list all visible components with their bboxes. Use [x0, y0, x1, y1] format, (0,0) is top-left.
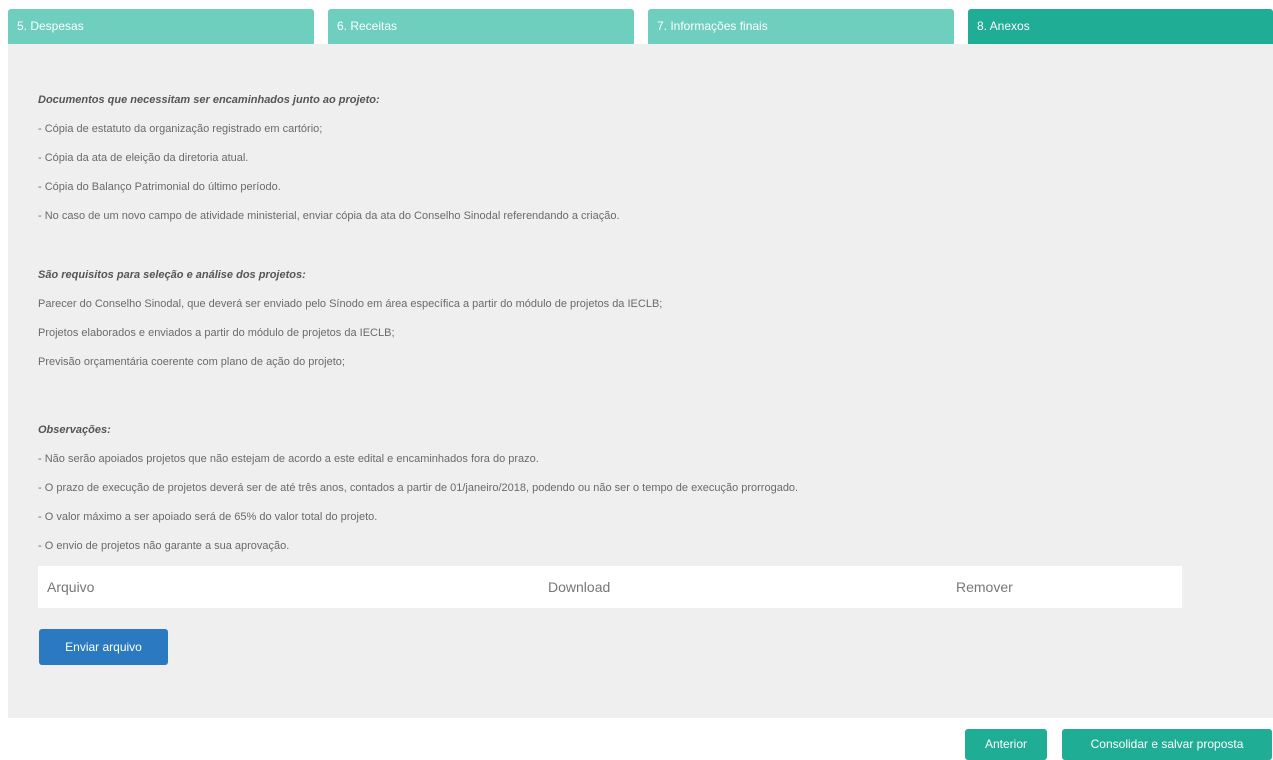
documents-heading: Documentos que necessitam ser encaminhad… [38, 94, 380, 106]
tab-receitas[interactable]: 6. Receitas [328, 9, 634, 44]
requirements-item: Parecer do Conselho Sinodal, que deverá … [38, 298, 663, 310]
previous-button[interactable]: Anterior [965, 729, 1047, 760]
observations-item: - O envio de projetos não garante a sua … [38, 540, 290, 552]
files-table: Arquivo Download Remover [38, 566, 1182, 608]
tab-informacoes-finais[interactable]: 7. Informações finais [648, 9, 954, 44]
column-header-download: Download [548, 579, 611, 595]
requirements-item: Previsão orçamentária coerente com plano… [38, 356, 345, 368]
column-header-remover: Remover [956, 579, 1013, 595]
documents-item: - Cópia de estatuto da organização regis… [38, 123, 323, 135]
column-header-arquivo: Arquivo [47, 579, 95, 595]
requirements-heading: São requisitos para seleção e análise do… [38, 269, 306, 281]
observations-item: - Não serão apoiados projetos que não es… [38, 453, 539, 465]
documents-item: - Cópia da ata de eleição da diretoria a… [38, 152, 249, 164]
tab-despesas[interactable]: 5. Despesas [8, 9, 314, 44]
wizard-tabs: 5. Despesas 6. Receitas 7. Informações f… [8, 9, 1273, 44]
tab-anexos[interactable]: 8. Anexos [968, 9, 1273, 44]
requirements-item: Projetos elaborados e enviados a partir … [38, 327, 395, 339]
observations-item: - O prazo de execução de projetos deverá… [38, 482, 799, 494]
upload-file-button[interactable]: Enviar arquivo [39, 629, 168, 665]
documents-item: - No caso de um novo campo de atividade … [38, 210, 620, 222]
attachments-panel: Documentos que necessitam ser encaminhad… [8, 44, 1273, 718]
observations-heading: Observações: [38, 424, 111, 436]
documents-item: - Cópia do Balanço Patrimonial do último… [38, 181, 281, 193]
observations-item: - O valor máximo a ser apoiado será de 6… [38, 511, 378, 523]
consolidate-save-button[interactable]: Consolidar e salvar proposta [1062, 729, 1272, 760]
